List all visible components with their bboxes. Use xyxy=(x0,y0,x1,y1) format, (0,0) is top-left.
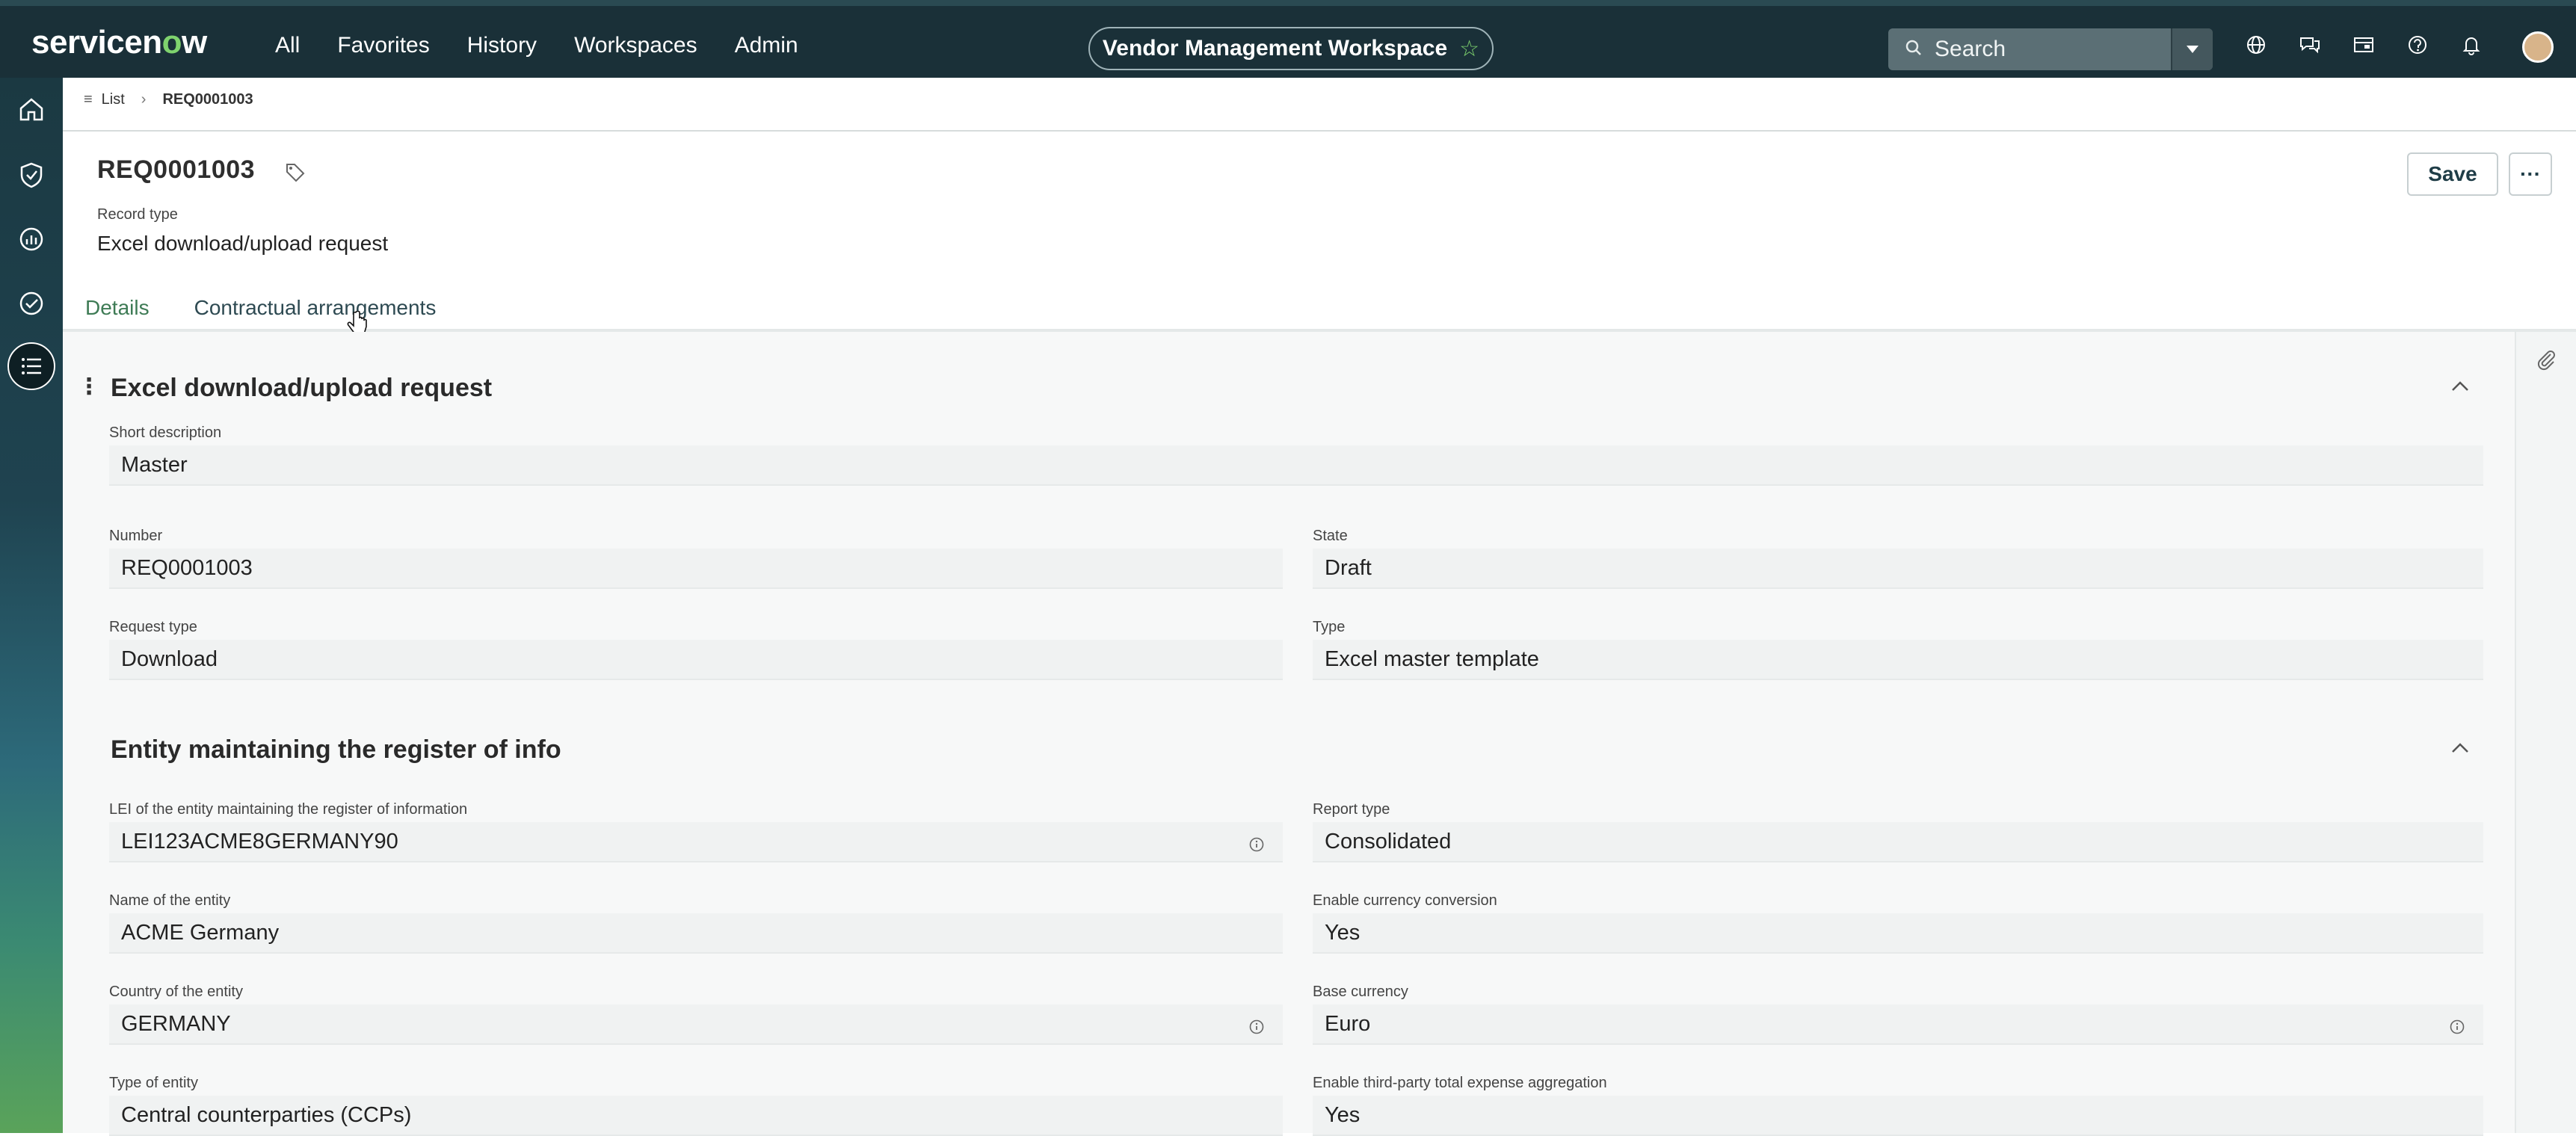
request-type-label: Request type xyxy=(109,619,197,635)
country-value: GERMANY xyxy=(121,1011,231,1036)
country-field[interactable]: GERMANY xyxy=(109,1004,1283,1045)
logo-text-o: o xyxy=(161,24,182,61)
tag-icon[interactable] xyxy=(284,161,306,188)
user-avatar[interactable] xyxy=(2522,31,2554,63)
nav-all[interactable]: All xyxy=(275,33,300,58)
chat-icon[interactable] xyxy=(2296,31,2323,58)
save-button[interactable]: Save xyxy=(2407,152,2498,196)
search-input[interactable]: Search xyxy=(1935,37,2171,62)
list-menu-icon[interactable]: ≡ xyxy=(84,91,93,108)
chevron-up-icon[interactable] xyxy=(2450,741,2470,759)
kebab-menu-icon[interactable]: ⋮ xyxy=(78,374,100,400)
home-icon[interactable] xyxy=(12,90,51,129)
search-scope-dropdown[interactable] xyxy=(2171,28,2213,70)
breadcrumb-list[interactable]: List xyxy=(102,91,125,108)
lei-field[interactable]: LEI123ACME8GERMANY90 xyxy=(109,822,1283,862)
report-type-label: Report type xyxy=(1313,801,1390,818)
info-icon[interactable] xyxy=(1248,834,1265,859)
entity-type-field[interactable]: Central counterparties (CCPs) xyxy=(109,1096,1283,1136)
logo-text: servicen xyxy=(31,24,162,61)
record-type-label: Record type xyxy=(97,206,178,223)
form-content: ⋮ Excel download/upload request Short de… xyxy=(63,332,2515,1136)
report-type-field[interactable]: Consolidated xyxy=(1313,822,2483,862)
breadcrumb-divider xyxy=(63,130,2576,132)
servicenow-logo[interactable]: servicenow xyxy=(31,24,207,61)
currency-conversion-field[interactable]: Yes xyxy=(1313,913,2483,954)
shield-icon[interactable] xyxy=(12,155,51,194)
caret-down-icon xyxy=(2187,46,2198,53)
workspace-name: Vendor Management Workspace xyxy=(1102,36,1448,61)
state-label: State xyxy=(1313,528,1348,544)
global-search[interactable]: Search xyxy=(1888,28,2213,70)
base-currency-value: Euro xyxy=(1325,1011,1371,1036)
nav-history[interactable]: History xyxy=(467,33,537,58)
paperclip-icon[interactable] xyxy=(2536,348,2557,376)
check-circle-icon[interactable] xyxy=(12,284,51,323)
entity-name-label: Name of the entity xyxy=(109,892,231,909)
star-icon[interactable]: ☆ xyxy=(1459,36,1479,62)
top-icons xyxy=(2243,31,2485,58)
logo-text-end: w xyxy=(181,24,207,61)
base-currency-label: Base currency xyxy=(1313,984,1408,1000)
record-type-value: Excel download/upload request xyxy=(97,232,389,255)
right-rail xyxy=(2515,332,2576,1133)
number-label: Number xyxy=(109,528,163,544)
expense-aggregation-label: Enable third-party total expense aggrega… xyxy=(1313,1075,1607,1091)
type-field[interactable]: Excel master template xyxy=(1313,640,2483,680)
short-description-label: Short description xyxy=(109,425,222,441)
nav-workspaces[interactable]: Workspaces xyxy=(574,33,697,58)
inbox-icon[interactable] xyxy=(2350,31,2377,58)
workspace-selector[interactable]: Vendor Management Workspace ☆ xyxy=(1088,27,1494,70)
nav-admin[interactable]: Admin xyxy=(735,33,798,58)
info-icon[interactable] xyxy=(1248,1016,1265,1041)
main-nav: All Favorites History Workspaces Admin xyxy=(275,33,836,58)
section-title-entity: Entity maintaining the register of info xyxy=(111,735,561,764)
entity-type-label: Type of entity xyxy=(109,1075,198,1091)
base-currency-field[interactable]: Euro xyxy=(1313,1004,2483,1045)
breadcrumb-current: REQ0001003 xyxy=(162,91,253,108)
number-field[interactable]: REQ0001003 xyxy=(109,549,1283,589)
help-icon[interactable] xyxy=(2404,31,2431,58)
chevron-right-icon: › xyxy=(141,91,147,108)
bell-icon[interactable] xyxy=(2458,31,2485,58)
main-area: ≡ List › REQ0001003 REQ0001003 Record ty… xyxy=(63,78,2576,1136)
short-description-field[interactable]: Master xyxy=(109,445,2483,486)
expense-aggregation-field[interactable]: Yes xyxy=(1313,1096,2483,1136)
state-field[interactable]: Draft xyxy=(1313,549,2483,589)
request-type-field[interactable]: Download xyxy=(109,640,1283,680)
lei-label: LEI of the entity maintaining the regist… xyxy=(109,801,468,818)
section-title-request: Excel download/upload request xyxy=(111,374,493,402)
globe-icon[interactable] xyxy=(2243,31,2270,58)
breadcrumb: ≡ List › REQ0001003 xyxy=(84,91,253,108)
search-icon xyxy=(1905,39,1923,61)
type-label: Type xyxy=(1313,619,1346,635)
lei-value: LEI123ACME8GERMANY90 xyxy=(121,829,398,853)
entity-name-field[interactable]: ACME Germany xyxy=(109,913,1283,954)
list-icon[interactable] xyxy=(7,342,55,390)
nav-favorites[interactable]: Favorites xyxy=(337,33,429,58)
more-actions-button[interactable]: ··· xyxy=(2509,152,2552,196)
analytics-icon[interactable] xyxy=(12,220,51,259)
info-icon[interactable] xyxy=(2449,1016,2465,1041)
chevron-up-icon[interactable] xyxy=(2450,380,2470,397)
top-navigation-bar: servicenow All Favorites History Workspa… xyxy=(0,0,2576,78)
country-label: Country of the entity xyxy=(109,984,243,1000)
currency-conversion-label: Enable currency conversion xyxy=(1313,892,1497,909)
left-sidebar xyxy=(0,78,63,1133)
record-title: REQ0001003 xyxy=(97,155,256,184)
